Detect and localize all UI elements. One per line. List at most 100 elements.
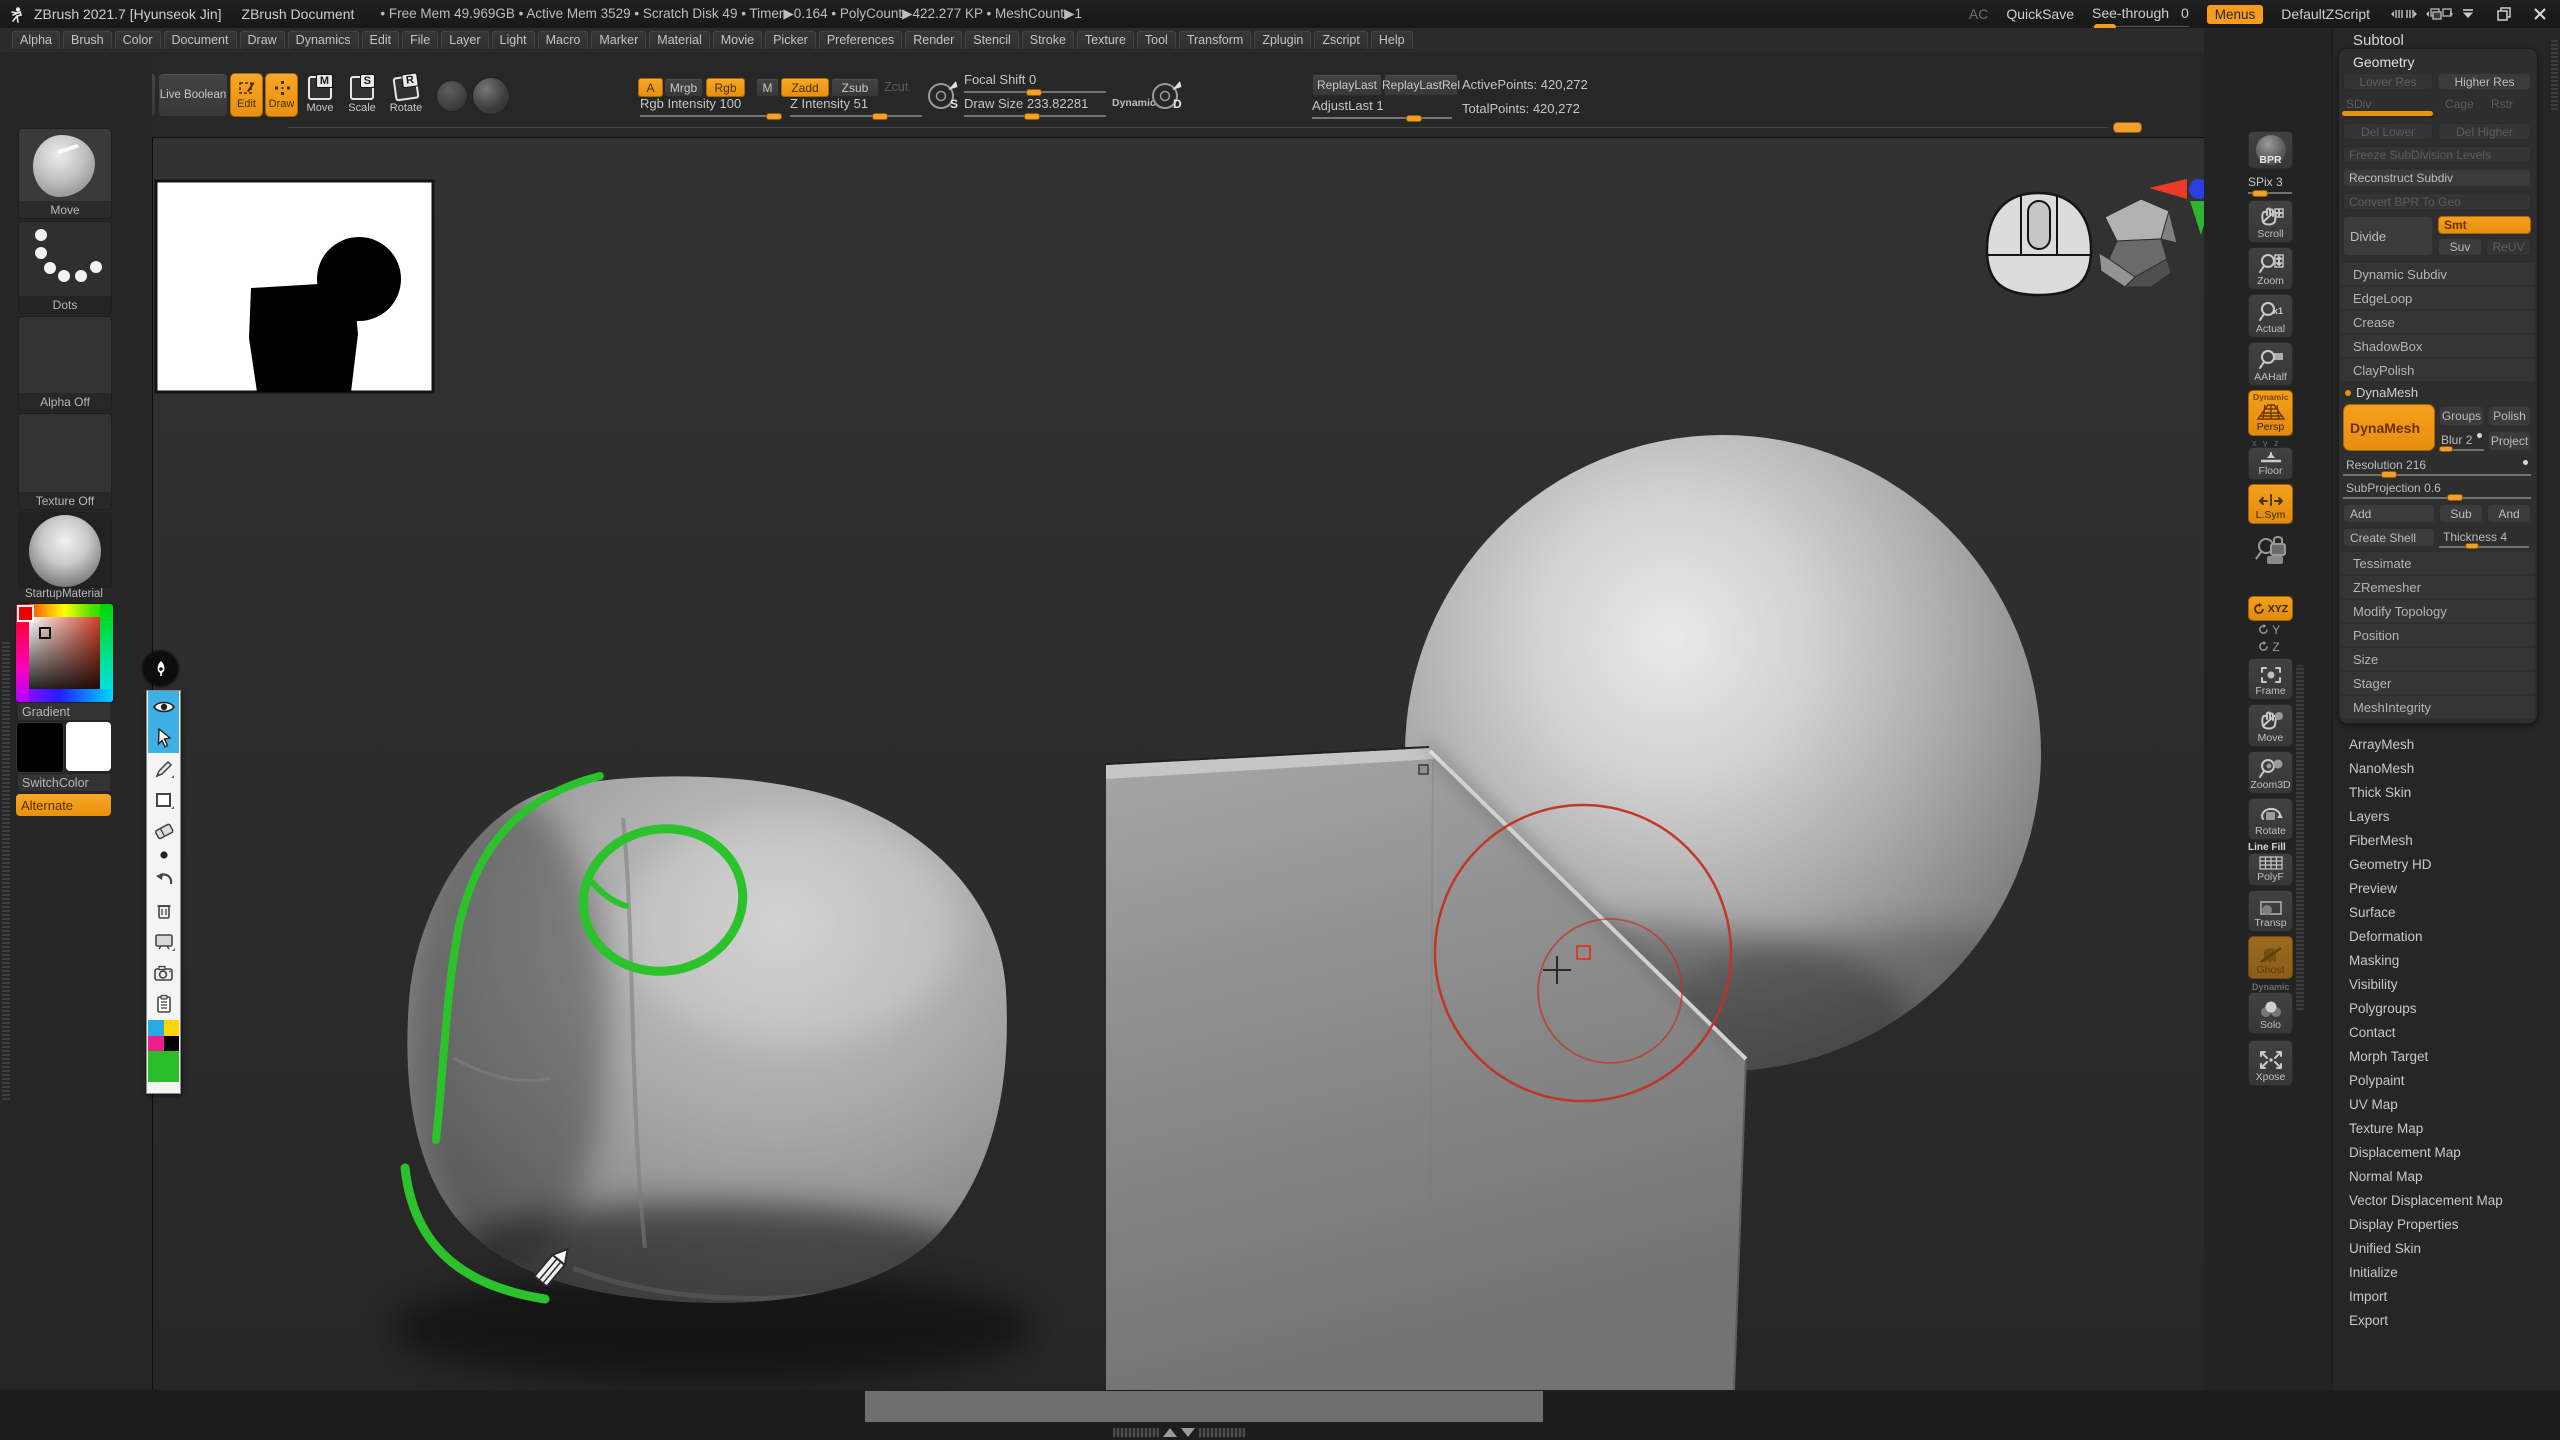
section-edgeloop[interactable]: EdgeLoop (2341, 287, 2535, 309)
palette-section-morph-target[interactable]: Morph Target (2333, 1044, 2553, 1068)
menu-item-alpha[interactable]: Alpha (12, 31, 60, 50)
material-preview-icon[interactable] (472, 77, 510, 115)
menu-item-draw[interactable]: Draw (240, 31, 285, 50)
eraser-tool-button[interactable] (148, 815, 179, 846)
rgb-button[interactable]: Rgb (706, 78, 745, 97)
brush-thumbnail-move[interactable]: Move (18, 128, 112, 219)
zoom-button[interactable]: Zoom (2248, 247, 2293, 290)
main-color-swatch[interactable] (16, 722, 64, 773)
sdiv-slider-fill[interactable] (2342, 111, 2433, 116)
section-crease[interactable]: Crease (2341, 311, 2535, 333)
subprojection-handle[interactable] (2447, 494, 2463, 501)
suv-button[interactable]: Suv (2438, 238, 2482, 256)
and-button[interactable]: And (2487, 504, 2531, 523)
actual-button[interactable]: x1 Actual (2248, 294, 2293, 338)
camera-lock-icon[interactable] (2254, 530, 2290, 568)
palette-section-arraymesh[interactable]: ArrayMesh (2333, 732, 2553, 756)
green-color-button[interactable] (148, 1051, 179, 1082)
scrollbar-grip-right[interactable] (1199, 1428, 1245, 1437)
trash-button[interactable] (148, 895, 179, 926)
rectangle-tool-button[interactable] (148, 784, 179, 815)
right-panel-scrollbar[interactable] (2551, 40, 2558, 110)
ghost-button[interactable]: Ghost (2248, 936, 2293, 979)
palette-section-thick-skin[interactable]: Thick Skin (2333, 780, 2553, 804)
stroke-icon[interactable]: S (926, 76, 960, 116)
section-modify-topology[interactable]: Modify Topology (2341, 600, 2535, 622)
secondary-color-swatch[interactable] (66, 722, 111, 771)
palette-section-nanomesh[interactable]: NanoMesh (2333, 756, 2553, 780)
right-shelf-resize-strip[interactable] (2296, 665, 2304, 1010)
freeze-subdivision-button[interactable]: Freeze SubDivision Levels (2343, 146, 2531, 163)
palette-section-displacement-map[interactable]: Displacement Map (2333, 1140, 2553, 1164)
section-position[interactable]: Position (2341, 624, 2535, 646)
menu-item-help[interactable]: Help (1371, 31, 1413, 50)
palette-section-deformation[interactable]: Deformation (2333, 924, 2553, 948)
draw-size-slider[interactable]: Draw Size 233.82281 (964, 96, 1106, 117)
menu-item-stroke[interactable]: Stroke (1022, 31, 1074, 50)
palette-section-initialize[interactable]: Initialize (2333, 1260, 2553, 1284)
palette-section-masking[interactable]: Masking (2333, 948, 2553, 972)
menu-item-light[interactable]: Light (492, 31, 535, 50)
palette-section-contact[interactable]: Contact (2333, 1020, 2553, 1044)
adjust-last-slider[interactable]: AdjustLast 1 (1312, 98, 1452, 119)
zsub-button[interactable]: Zsub (831, 78, 879, 97)
section-dynamic-subdiv[interactable]: Dynamic Subdiv (2341, 263, 2535, 285)
rgb-intensity-handle[interactable] (766, 113, 782, 120)
menu-item-texture[interactable]: Texture (1077, 31, 1134, 50)
zoom3d-button[interactable]: Zoom3D (2248, 751, 2293, 794)
scroll-button[interactable]: Scroll (2248, 200, 2293, 243)
create-shell-button[interactable]: Create Shell (2343, 528, 2435, 547)
bpr-button[interactable]: BPR (2248, 131, 2293, 169)
section-tessimate[interactable]: Tessimate (2341, 552, 2535, 574)
palette-section-texture-map[interactable]: Texture Map (2333, 1116, 2553, 1140)
menu-item-stencil[interactable]: Stencil (965, 31, 1019, 50)
menu-item-picker[interactable]: Picker (765, 31, 816, 50)
del-lower-button[interactable]: Del Lower (2343, 123, 2433, 140)
palette-section-surface[interactable]: Surface (2333, 900, 2553, 924)
sub-button[interactable]: Sub (2439, 504, 2483, 523)
adjust-last-handle[interactable] (1406, 115, 1422, 122)
clipboard-button[interactable] (148, 988, 179, 1019)
rstr-button[interactable]: Rstr (2491, 97, 2513, 111)
palette-section-fibermesh[interactable]: FiberMesh (2333, 828, 2553, 852)
close-icon[interactable] (2532, 6, 2550, 22)
minimize-icon[interactable] (2460, 6, 2478, 22)
project-button[interactable]: Project (2488, 431, 2531, 451)
thickness-slider[interactable]: Thickness 4 (2443, 530, 2507, 544)
menu-item-marker[interactable]: Marker (591, 31, 646, 50)
see-through-slider[interactable]: See-through 0 (2092, 5, 2189, 23)
lsym-button[interactable]: L.Sym (2248, 484, 2293, 524)
palette-section-visibility[interactable]: Visibility (2333, 972, 2553, 996)
palette-section-geometry-hd[interactable]: Geometry HD (2333, 852, 2553, 876)
dot-stroke-icon[interactable]: D (1150, 76, 1184, 116)
dynamesh-button[interactable]: DynaMesh (2343, 404, 2435, 451)
blur-handle[interactable] (2439, 446, 2453, 452)
draw-size-handle[interactable] (1024, 113, 1040, 120)
section-meshintegrity[interactable]: MeshIntegrity (2341, 696, 2535, 718)
material-thumbnail[interactable] (18, 512, 112, 588)
solo-button[interactable]: Solo (2248, 992, 2293, 1034)
menu-item-color[interactable]: Color (115, 31, 161, 50)
geometry-title[interactable]: Geometry (2353, 54, 2414, 70)
default-zscript-button[interactable]: DefaultZScript (2281, 6, 2370, 22)
z-intensity-slider[interactable]: Z Intensity 51 (790, 96, 922, 117)
menu-item-brush[interactable]: Brush (63, 31, 112, 50)
menu-item-movie[interactable]: Movie (713, 31, 762, 50)
dynamesh-section-header[interactable]: DynaMesh (2345, 385, 2418, 400)
edit-button[interactable]: Edit (230, 73, 263, 117)
rgb-intensity-slider[interactable]: Rgb Intensity 100 (640, 96, 782, 117)
tray-open-arrow-icon[interactable] (1163, 1428, 1177, 1437)
del-higher-button[interactable]: Del Higher (2438, 123, 2531, 140)
xpose-button[interactable]: Xpose (2248, 1040, 2293, 1086)
palette-section-polypaint[interactable]: Polypaint (2333, 1068, 2553, 1092)
bottom-tray-scrollbar[interactable] (1113, 1427, 1245, 1437)
pencil-tool-button[interactable] (148, 753, 179, 784)
lower-res-button[interactable]: Lower Res (2343, 73, 2433, 90)
menu-item-edit[interactable]: Edit (362, 31, 400, 50)
m-button[interactable]: M (756, 78, 779, 97)
polish-button[interactable]: Polish (2488, 406, 2531, 426)
subprojection-slider[interactable]: SubProjection 0.6 (2346, 481, 2441, 495)
menu-item-render[interactable]: Render (905, 31, 962, 50)
section-claypolish[interactable]: ClayPolish (2341, 359, 2535, 381)
palette-section-export[interactable]: Export (2333, 1308, 2553, 1332)
